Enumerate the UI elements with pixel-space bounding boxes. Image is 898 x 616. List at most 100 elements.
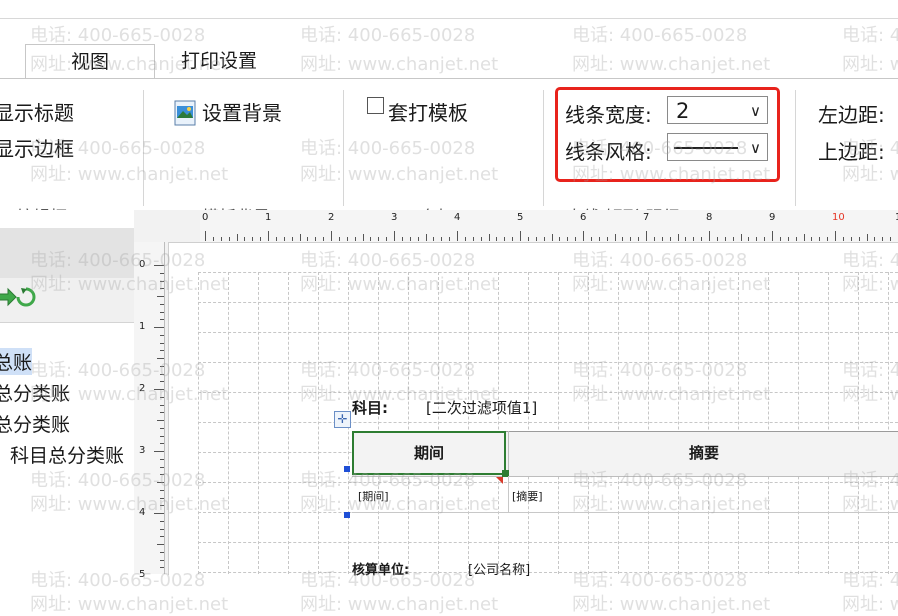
ruler-tick	[160, 350, 164, 351]
ruler-tick	[772, 231, 773, 241]
ruler-tick-label: 1	[265, 212, 272, 223]
tree-item[interactable]: 总账	[0, 348, 33, 375]
overprint-template-checkbox[interactable]	[367, 97, 384, 114]
ruler-tick	[804, 234, 805, 241]
grid-line	[498, 272, 499, 574]
ruler-tick-label: 5	[517, 212, 524, 223]
ruler-tick	[512, 237, 513, 241]
left-margin-label: 左边距:	[818, 103, 885, 127]
show-title-toggle[interactable]: 显示标题	[0, 97, 74, 126]
watermark-site: 网址: www.chanjet.net	[30, 164, 229, 185]
grid-line	[438, 272, 439, 574]
watermark-site: 网址: www.chanjet.net	[842, 274, 898, 295]
ruler-tick	[851, 237, 852, 241]
ruler-tick	[756, 237, 757, 241]
watermark-phone: 电话: 400-665-0028	[842, 250, 898, 271]
grid-line	[198, 542, 898, 543]
watermark-site: 网址: www.chanjet.net	[300, 594, 499, 615]
ruler-tick	[567, 237, 568, 241]
ruler-tick	[160, 412, 164, 413]
watermark-phone: 电话: 400-665-0028	[30, 250, 206, 271]
ruler-tick	[160, 536, 164, 537]
ruler-tick	[796, 237, 797, 241]
ruler-tick	[370, 237, 371, 241]
tab-partial[interactable]	[0, 44, 8, 78]
ruler-tick	[670, 237, 671, 241]
watermark-site: 网址: www.chanjet.net	[572, 384, 771, 405]
ruler-tick	[520, 231, 521, 241]
grid-line	[198, 422, 898, 423]
grid-line	[738, 272, 739, 574]
ruler-tick	[157, 296, 164, 297]
watermark-phone: 电话: 400-665-0028	[300, 250, 476, 271]
grid-line	[198, 332, 898, 333]
ruler-tick	[867, 234, 868, 241]
tree-item[interactable]: 总分类账	[0, 410, 70, 437]
ruler-tick	[811, 237, 812, 241]
watermark-phone: 电话: 400-665-0028	[572, 570, 748, 591]
grid-line	[768, 272, 769, 574]
watermark-phone: 电话: 400-665-0028	[572, 138, 748, 159]
ruler-tick	[307, 237, 308, 241]
watermark-site: 网址: www.chanjet.net	[842, 54, 898, 75]
ruler-tick	[160, 343, 164, 344]
ruler-tick	[433, 237, 434, 241]
ruler-tick	[331, 231, 332, 241]
ruler-tick-label: 7	[643, 212, 650, 223]
grid-line	[258, 272, 259, 574]
ruler-tick	[157, 420, 164, 421]
ruler-tick	[292, 237, 293, 241]
watermark-site: 网址: www.chanjet.net	[300, 494, 499, 515]
ruler-tick	[504, 237, 505, 241]
ruler-tick	[457, 231, 458, 241]
grid-line	[468, 272, 469, 574]
ruler-tick	[843, 237, 844, 241]
ruler-tick	[244, 237, 245, 241]
ruler-tick	[662, 237, 663, 241]
ruler-tick	[276, 237, 277, 241]
title-strip	[0, 0, 898, 19]
ruler-tick-label: 0	[202, 212, 209, 223]
watermark-site: 网址: www.chanjet.net	[300, 384, 499, 405]
ruler-tick	[378, 237, 379, 241]
watermark-site: 网址: www.chanjet.net	[30, 594, 229, 615]
ruler-tick	[607, 237, 608, 241]
ruler-tick	[528, 237, 529, 241]
move-handle-icon[interactable]: ✛	[334, 411, 351, 428]
ruler-tick	[575, 237, 576, 241]
watermark-phone: 电话: 400-665-0028	[572, 360, 748, 381]
watermark-phone: 电话: 400-665-0028	[842, 470, 898, 491]
data-cell-summary[interactable]: [摘要]	[512, 488, 543, 504]
ruler-tick	[827, 237, 828, 241]
unit-value[interactable]: [公司名称]	[468, 559, 530, 578]
ruler-tick-label: 4	[454, 212, 461, 223]
horizontal-ruler	[200, 210, 898, 243]
ruler-tick	[709, 231, 710, 241]
ruler-tick	[160, 335, 164, 336]
ruler-tick	[268, 231, 269, 241]
ruler-tick	[394, 231, 395, 241]
watermark-site: 网址: www.chanjet.net	[842, 594, 898, 615]
grid-line	[828, 272, 829, 574]
grid-line	[588, 272, 589, 574]
ruler-tick	[160, 304, 164, 305]
watermark-site: 网址: www.chanjet.net	[30, 274, 229, 295]
tree-item[interactable]: 科目总分类账	[10, 441, 124, 468]
ruler-tick	[237, 234, 238, 241]
ruler-tick	[654, 237, 655, 241]
ribbon-separator	[795, 90, 796, 206]
ruler-tick	[622, 237, 623, 241]
ruler-tick	[260, 237, 261, 241]
ruler-tick	[160, 459, 164, 460]
ruler-tick	[882, 237, 883, 241]
watermark-phone: 电话: 400-665-0028	[300, 360, 476, 381]
ruler-tick-label: 9	[769, 212, 776, 223]
ruler-tick	[300, 234, 301, 241]
grid-line	[198, 302, 898, 303]
ruler-tick	[473, 237, 474, 241]
watermark-site: 网址: www.chanjet.net	[300, 164, 499, 185]
grid-line	[888, 272, 889, 574]
watermark-site: 网址: www.chanjet.net	[572, 494, 771, 515]
ruler-tick	[410, 237, 411, 241]
set-background-button[interactable]: 设置背景	[202, 97, 282, 126]
